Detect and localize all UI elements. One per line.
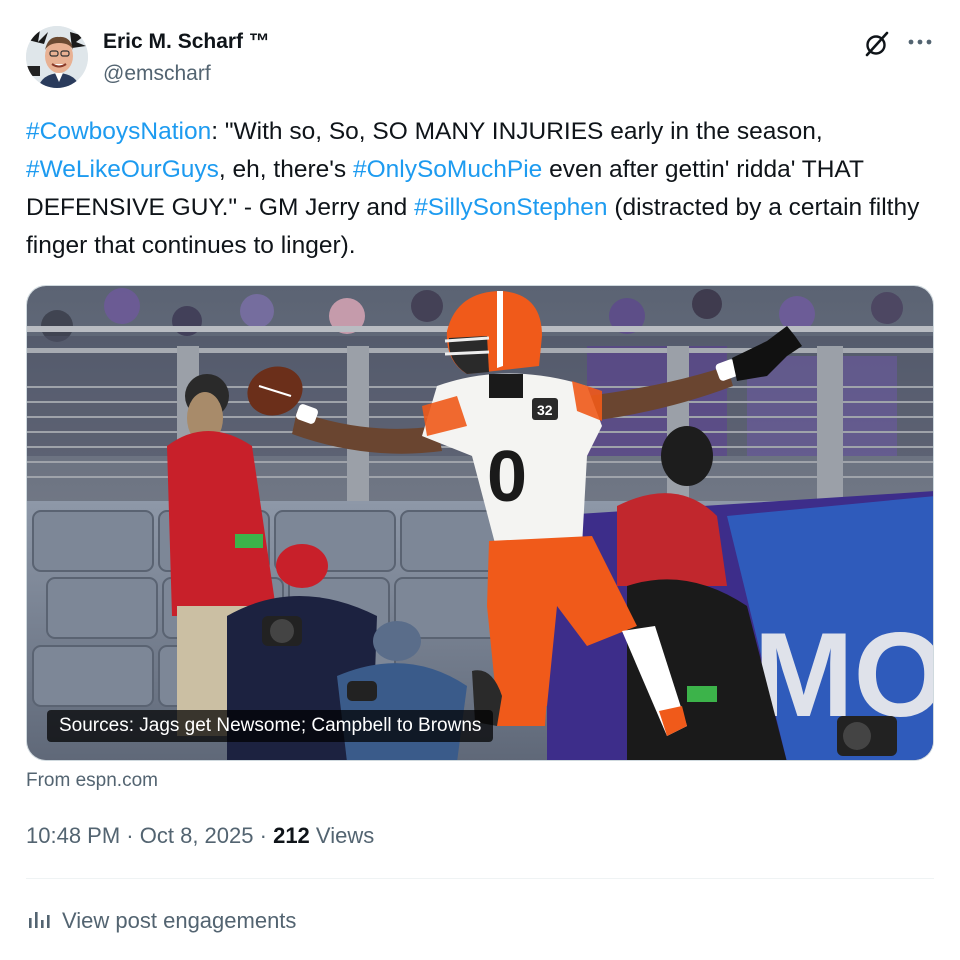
views-label: Views [315, 823, 375, 848]
hashtag-link[interactable]: #CowboysNation [26, 118, 211, 145]
tweet-date[interactable]: Oct 8, 2025 [140, 823, 254, 848]
tweet-text: #CowboysNation: "With so, So, SO MANY IN… [26, 113, 936, 265]
tweet-text-segment: , eh, there's [218, 156, 353, 183]
author-display-name[interactable]: Eric M. Scharf ™ [103, 30, 270, 54]
jersey-patch: 32 [537, 402, 553, 418]
card-caption: Sources: Jags get Newsome; Campbell to B… [47, 710, 494, 742]
link-card-image[interactable]: TIMO 0 32 Sources: Jags get Newsome; Cam… [26, 285, 934, 761]
author-handle[interactable]: @emscharf [103, 62, 211, 86]
hashtag-link[interactable]: #WeLikeOurGuys [26, 156, 219, 183]
tweet-meta: 10:48 PM · Oct 8, 2025 · 212 Views [26, 823, 374, 849]
card-source[interactable]: From espn.com [26, 770, 158, 792]
hashtag-link[interactable]: #OnlySoMuchPie [353, 156, 542, 183]
grok-icon[interactable] [862, 29, 892, 59]
views-count: 212 [273, 823, 310, 848]
more-options-icon[interactable] [904, 28, 936, 60]
analytics-icon [26, 906, 52, 937]
avatar[interactable] [26, 26, 88, 88]
meta-separator: · [126, 823, 134, 848]
meta-separator: · [259, 823, 267, 848]
football-player-photo: TIMO 0 32 [27, 286, 933, 760]
hashtag-link[interactable]: #SillySonStephen [414, 194, 607, 221]
divider [26, 878, 934, 879]
tweet-time[interactable]: 10:48 PM [26, 823, 120, 848]
jersey-number: 0 [487, 437, 527, 517]
view-engagements-button[interactable]: View post engagements [26, 905, 296, 937]
tweet-header: Eric M. Scharf ™ @emscharf [26, 26, 936, 92]
view-engagements-label: View post engagements [62, 908, 297, 933]
tweet-text-segment: : "With so, So, SO MANY INJURIES early i… [211, 118, 823, 145]
